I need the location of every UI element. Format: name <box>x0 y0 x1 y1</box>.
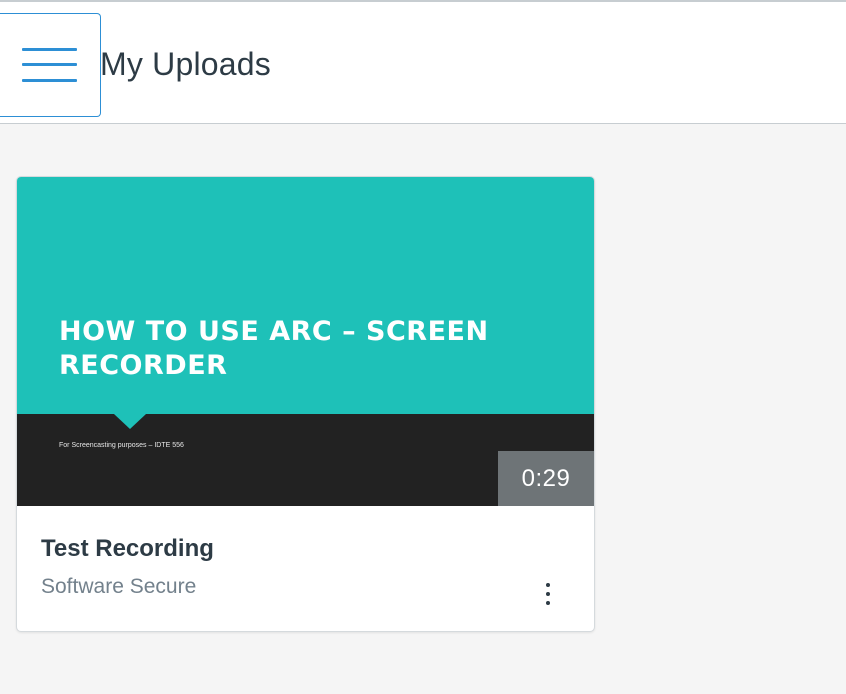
media-title[interactable]: Test Recording <box>41 535 214 563</box>
thumbnail-pointer <box>114 414 146 429</box>
media-owner: Software Secure <box>41 575 197 598</box>
hamburger-icon <box>22 48 77 82</box>
media-card: HOW TO USE ARC – SCREEN RECORDER For Scr… <box>16 176 595 632</box>
kebab-menu-icon <box>546 583 550 587</box>
thumbnail-subtitle: For Screencasting purposes – IDTE 556 <box>59 442 184 449</box>
thumbnail-title: HOW TO USE ARC – SCREEN RECORDER <box>59 316 489 381</box>
duration-badge: 0:29 <box>498 451 594 506</box>
options-menu-button[interactable] <box>535 577 561 617</box>
menu-button[interactable] <box>0 13 101 117</box>
page-header: My Uploads <box>0 2 846 124</box>
page-title: My Uploads <box>100 46 271 82</box>
video-thumbnail[interactable]: HOW TO USE ARC – SCREEN RECORDER For Scr… <box>17 177 594 506</box>
